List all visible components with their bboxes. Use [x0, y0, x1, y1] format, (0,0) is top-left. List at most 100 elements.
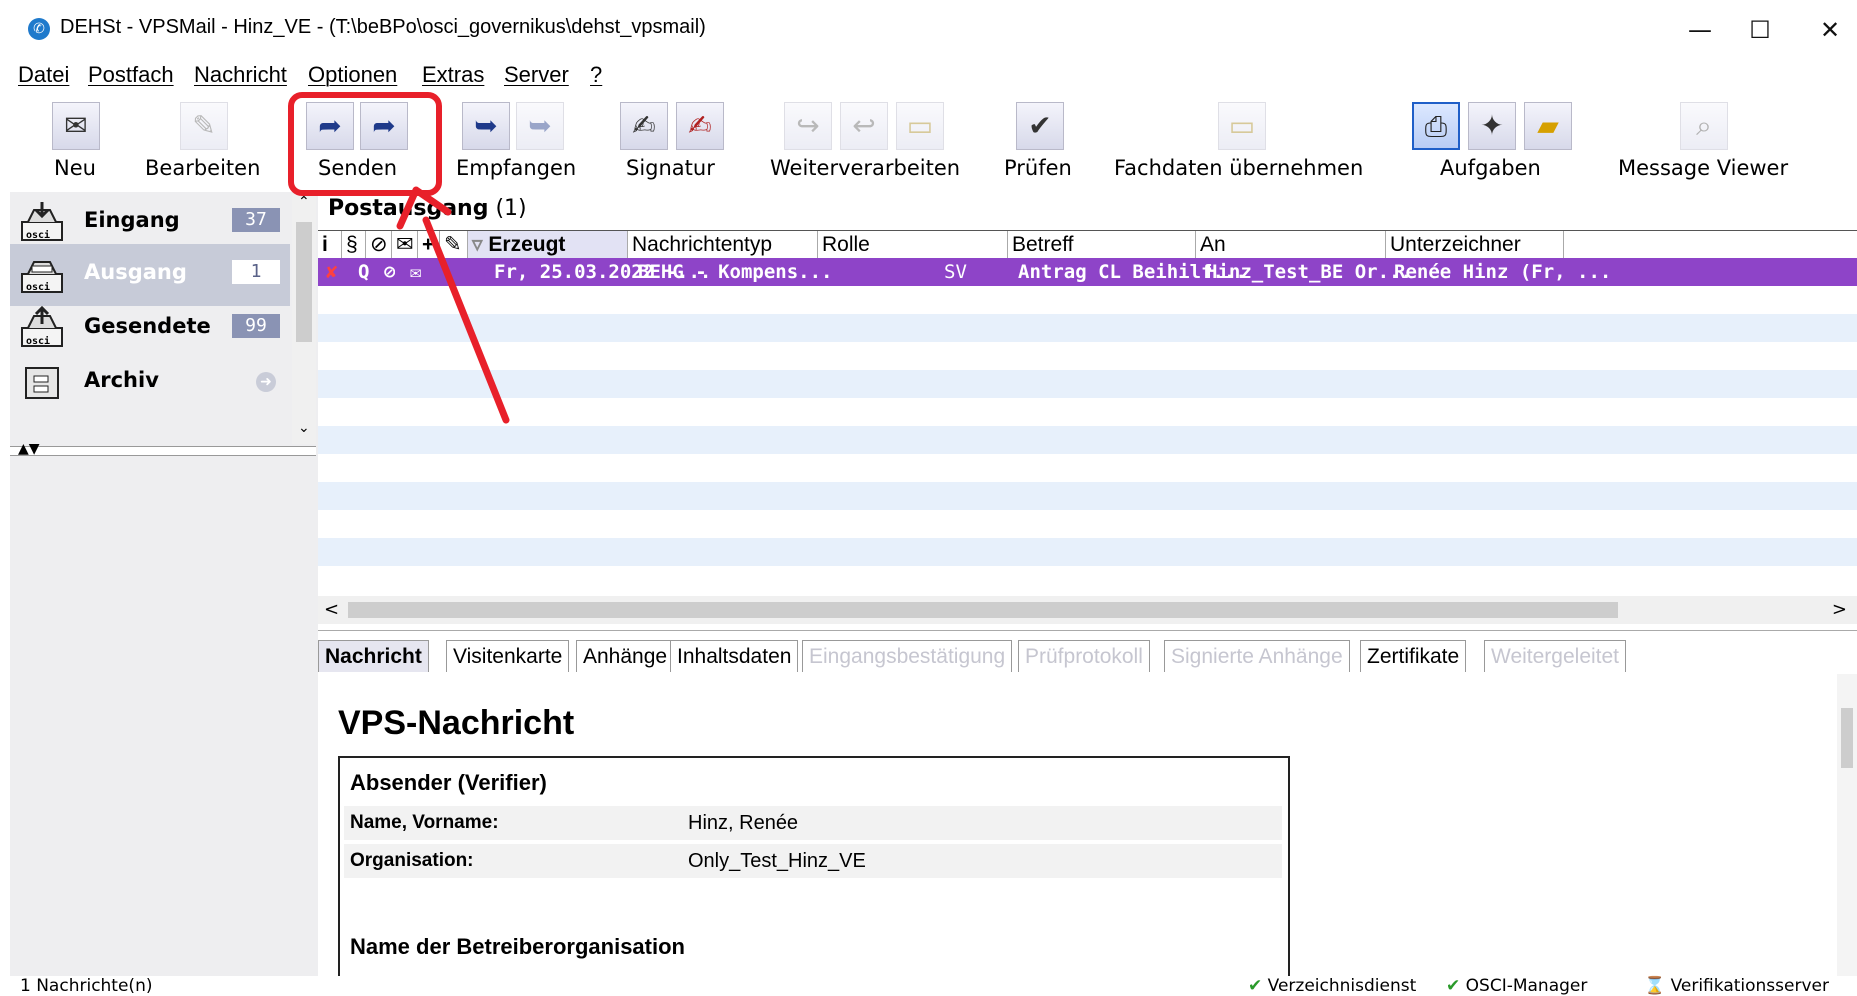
verify-icon[interactable]: ✔ — [1016, 102, 1064, 150]
splitter-arrows-icon[interactable]: ▲▼ — [18, 441, 40, 457]
menu-nachricht[interactable]: Nachricht — [194, 60, 287, 90]
folder-gesendete-count: 99 — [232, 314, 280, 338]
message-vscrollbar[interactable] — [1837, 674, 1857, 976]
list-title-text: Postausgang — [328, 196, 489, 221]
signature-button-label[interactable]: Signatur — [626, 156, 715, 180]
absender-heading: Absender (Verifier) — [350, 770, 547, 795]
edit-icon[interactable]: ✎ — [180, 102, 228, 150]
svg-text:osci: osci — [26, 335, 50, 347]
col-erzeugt[interactable]: ▿ Erzeugt — [468, 231, 628, 259]
name-value: Hinz, Renée — [688, 812, 799, 834]
col-signature-icon[interactable]: ✎ — [440, 231, 468, 259]
tab-signierte-anhaenge[interactable]: Signierte Anhänge — [1164, 640, 1350, 672]
col-unterzeichner[interactable]: Unterzeichner — [1386, 231, 1564, 259]
message-vscroll-thumb[interactable] — [1841, 708, 1853, 768]
folder-move-icon[interactable]: ▭ — [896, 102, 944, 150]
list-hscrollbar[interactable]: < > — [318, 596, 1857, 624]
tab-nachricht[interactable]: Nachricht — [318, 640, 429, 672]
message-viewer-icon[interactable]: ⌕ — [1680, 102, 1728, 150]
tab-inhaltsdaten[interactable]: Inhaltsdaten — [670, 640, 799, 672]
menu-help[interactable]: ? — [590, 60, 602, 90]
minimize-button[interactable]: — — [1680, 10, 1720, 50]
message-viewer-button-label[interactable]: Message Viewer — [1618, 156, 1788, 180]
menu-postfach[interactable]: Postfach — [88, 60, 174, 90]
flag-icon: ✘ — [326, 261, 338, 283]
scroll-right-icon[interactable]: > — [1832, 596, 1847, 624]
receive-all-icon[interactable]: ➥ — [516, 102, 564, 150]
tab-visitenkarte[interactable]: Visitenkarte — [446, 640, 570, 672]
menu-datei[interactable]: Datei — [18, 60, 69, 90]
new-message-icon[interactable]: ✉ — [52, 102, 100, 150]
menu-extras[interactable]: Extras — [422, 60, 484, 90]
folder-gesendete[interactable]: osci Gesendete 99 — [10, 298, 290, 360]
svg-text:osci: osci — [26, 229, 50, 241]
menu-server[interactable]: Server — [504, 60, 569, 90]
col-attachment-icon[interactable]: ⊘ — [366, 231, 392, 259]
tab-zertifikate[interactable]: Zertifikate — [1360, 640, 1467, 672]
check-icon: ✔ — [1446, 976, 1461, 996]
status-osci-manager-label: OSCI-Manager — [1465, 976, 1588, 996]
scroll-up-icon[interactable]: ⌃ — [298, 194, 310, 210]
menu-bar: Datei Postfach Nachricht Optionen Extras… — [0, 60, 1857, 92]
col-plus[interactable]: + — [418, 231, 440, 259]
col-rolle[interactable]: Rolle — [818, 231, 1008, 259]
menu-optionen[interactable]: Optionen — [308, 60, 397, 90]
tasks-print-icon[interactable]: ⎙ — [1412, 102, 1460, 150]
detail-tabbar: Nachricht Visitenkarte Anhänge Inhaltsda… — [318, 638, 1857, 675]
status-verzeichnisdienst-label: Verzeichnisdienst — [1267, 976, 1417, 996]
folder-archiv[interactable]: Archiv ➜ — [10, 352, 290, 414]
mail-list-pane: Postausgang (1) i § ⊘ ✉ + ✎ ▿ Erzeugt Na… — [318, 192, 1857, 630]
row-envelope-icon: ✉ — [410, 261, 422, 283]
col-an[interactable]: An — [1196, 231, 1386, 259]
reply-icon[interactable]: ↩ — [840, 102, 888, 150]
folder-ausgang[interactable]: osci Ausgang 1 — [10, 244, 290, 306]
row-typ: BEHG - Kompens... — [638, 261, 833, 283]
toolbar: ✉ Neu ✎ Bearbeiten ➦ ➦ Senden ➥ ➥ Empfan… — [0, 92, 1857, 192]
col-nachrichtentyp[interactable]: Nachrichtentyp — [628, 231, 818, 259]
col-info[interactable]: i — [318, 231, 342, 259]
receive-icon[interactable]: ➥ — [462, 102, 510, 150]
edit-button-label[interactable]: Bearbeiten — [145, 156, 260, 180]
scroll-down-icon[interactable]: ⌄ — [298, 420, 310, 436]
tasks-pin-icon[interactable]: ✦ — [1468, 102, 1516, 150]
tab-anhaenge[interactable]: Anhänge — [576, 640, 675, 672]
sign-remove-icon[interactable]: ✍ — [676, 102, 724, 150]
title-bar: ✆ DEHSt - VPSMail - Hinz_VE - (T:\beBPo\… — [0, 0, 1857, 60]
list-title: Postausgang (1) — [328, 196, 527, 221]
sidebar-scrollbar[interactable]: ⌃ ⌄ — [292, 192, 316, 444]
col-betreff[interactable]: Betreff — [1008, 231, 1196, 259]
status-message-count: 1 Nachrichte(n) — [20, 976, 153, 996]
tab-pruefprotokoll[interactable]: Prüfprotokoll — [1018, 640, 1150, 672]
row-attachment-icon: ⊘ — [384, 261, 396, 283]
tasks-button-label[interactable]: Aufgaben — [1440, 156, 1541, 180]
check-icon: ✔ — [1248, 976, 1263, 996]
outbox-osci-icon: osci — [21, 261, 63, 293]
receive-button-label[interactable]: Empfangen — [456, 156, 576, 180]
tasks-folder-icon[interactable]: ▰ — [1524, 102, 1572, 150]
folder-archiv-label: Archiv — [84, 368, 159, 392]
sidebar-splitter[interactable]: ▲▼ — [10, 441, 316, 457]
table-row[interactable]: ✘ Q ⊘ ✉ Fr, 25.03.2022 -... BEHG - Kompe… — [318, 258, 1857, 286]
scroll-left-icon[interactable]: < — [324, 596, 339, 624]
import-data-icon[interactable]: ▭ — [1218, 102, 1266, 150]
tab-weitergeleitet[interactable]: Weitergeleitet — [1484, 640, 1627, 672]
close-button[interactable]: ✕ — [1810, 10, 1850, 50]
tab-eingangsbestaetigung[interactable]: Eingangsbestätigung — [802, 640, 1013, 672]
forward-icon[interactable]: ↪ — [784, 102, 832, 150]
col-paragraph[interactable]: § — [342, 231, 366, 259]
list-hscroll-thumb[interactable] — [348, 602, 1618, 618]
svg-text:osci: osci — [26, 281, 50, 293]
sign-icon[interactable]: ✍ — [620, 102, 668, 150]
sidebar-scroll-thumb[interactable] — [296, 222, 312, 342]
list-row-empty — [318, 314, 1857, 342]
col-envelope-icon[interactable]: ✉ — [392, 231, 418, 259]
org-row: Organisation: Only_Test_Hinz_VE — [344, 844, 1282, 878]
process-button-label[interactable]: Weiterverarbeiten — [770, 156, 960, 180]
expand-arrow-icon[interactable]: ➜ — [256, 372, 276, 392]
new-button-label[interactable]: Neu — [54, 156, 96, 180]
maximize-button[interactable]: ☐ — [1740, 10, 1780, 50]
import-data-button-label[interactable]: Fachdaten übernehmen — [1114, 156, 1363, 180]
org-value: Only_Test_Hinz_VE — [688, 850, 866, 872]
list-header: i § ⊘ ✉ + ✎ ▿ Erzeugt Nachrichtentyp Rol… — [318, 230, 1857, 260]
verify-button-label[interactable]: Prüfen — [1004, 156, 1072, 180]
